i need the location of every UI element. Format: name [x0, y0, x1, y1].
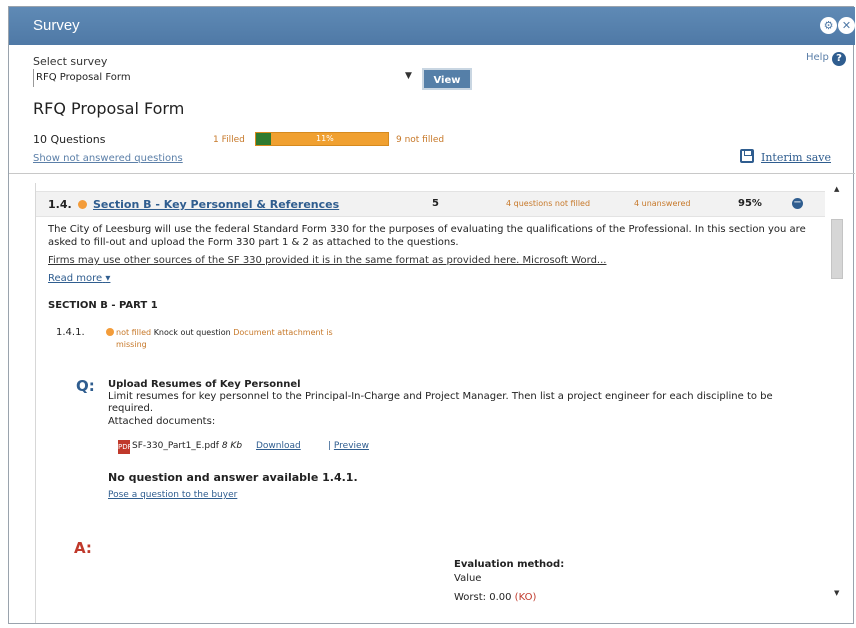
help-link[interactable]: Help: [806, 52, 829, 63]
scroll-down-icon[interactable]: ▼: [834, 589, 839, 597]
no-qa-message: No question and answer available 1.4.1.: [108, 471, 358, 484]
attachment-size: 8 Kb: [221, 441, 243, 451]
ask-buyer-link[interactable]: Pose a question to the buyer: [108, 490, 237, 500]
question-status: not filled Knock out question Document a…: [116, 327, 336, 351]
scroll-up-icon[interactable]: ▲: [834, 185, 839, 193]
interim-save-link[interactable]: Interim save: [761, 151, 831, 164]
gear-icon[interactable]: ⚙: [820, 17, 837, 34]
status-not-filled: not filled: [116, 328, 152, 337]
filled-count: 1 Filled: [213, 135, 245, 145]
questions-panel: 1.4. Section B - Key Personnel & Referen…: [35, 183, 825, 623]
chevron-down-icon[interactable]: ▼: [405, 71, 412, 81]
question-marker: Q:: [76, 377, 95, 395]
no-qa-text: No question and answer available: [108, 471, 319, 484]
show-not-answered-link[interactable]: Show not answered questions: [33, 153, 183, 164]
progress-fill: [256, 133, 271, 145]
attachment-filename: SF-330_Part1_E.pdf: [132, 441, 219, 451]
part-heading: SECTION B - PART 1: [48, 300, 158, 311]
read-more-label: Read more: [48, 273, 103, 284]
no-qa-ref: 1.4.1.: [322, 471, 358, 484]
section-intro-more: Firms may use other sources of the SF 33…: [48, 255, 607, 266]
answer-marker: A:: [74, 539, 92, 557]
section-not-filled: 4 questions not filled: [506, 199, 591, 208]
divider: [9, 173, 855, 174]
vertical-scrollbar[interactable]: ▲ ▼: [827, 179, 849, 623]
chevron-down-icon: ▾: [105, 273, 111, 284]
worst-flag: (KO): [514, 592, 537, 603]
form-title: RFQ Proposal Form: [33, 99, 185, 118]
section-title-link[interactable]: Section B - Key Personnel & References: [93, 198, 339, 211]
help-icon[interactable]: ?: [832, 52, 846, 66]
download-link[interactable]: Download: [256, 441, 301, 451]
status-dot-icon: [78, 200, 87, 209]
attachment-name: SF-330_Part1_E.pdf 8 Kb: [132, 441, 242, 451]
section-question-count: 5: [432, 198, 439, 209]
evaluation-method-value: Value: [454, 573, 482, 584]
section-header[interactable]: 1.4. Section B - Key Personnel & Referen…: [36, 191, 825, 217]
evaluation-worst: Worst: 0.00 (KO): [454, 592, 536, 603]
question-number: 1.4.1.: [56, 327, 85, 338]
section-percent: 95%: [738, 198, 762, 209]
question-title: Upload Resumes of Key Personnel: [108, 379, 301, 390]
section-intro: The City of Leesburg will use the federa…: [48, 224, 806, 248]
preview-link[interactable]: | Preview: [328, 441, 369, 451]
worst-label: Worst: 0.00: [454, 592, 512, 603]
status-dot-icon: [106, 328, 114, 336]
select-survey-label: Select survey: [33, 55, 108, 68]
section-number: 1.4.: [48, 198, 72, 211]
read-more-link[interactable]: Read more ▾: [48, 273, 110, 284]
collapse-icon[interactable]: −: [792, 198, 803, 209]
evaluation-method-title: Evaluation method:: [454, 559, 565, 570]
close-icon[interactable]: ✕: [838, 17, 855, 34]
progress-bar: 11%: [255, 132, 389, 146]
attached-documents-label: Attached documents:: [108, 416, 216, 427]
not-filled-count: 9 not filled: [396, 135, 445, 145]
progress-percent: 11%: [316, 134, 334, 143]
survey-select[interactable]: RFQ Proposal Form: [33, 69, 413, 87]
section-unanswered: 4 unanswered: [634, 199, 691, 208]
save-icon[interactable]: [740, 149, 754, 163]
title-bar: Survey ⚙ ✕: [9, 7, 855, 45]
question-count: 10 Questions: [33, 133, 106, 146]
survey-dialog: Survey ⚙ ✕ Select survey RFQ Proposal Fo…: [8, 6, 855, 624]
view-button[interactable]: View: [422, 68, 472, 90]
preview-label: Preview: [333, 441, 369, 451]
pdf-icon: PDF: [118, 440, 132, 454]
question-description: Limit resumes for key personnel to the P…: [108, 391, 773, 414]
scrollbar-thumb[interactable]: [831, 219, 843, 279]
dialog-title: Survey: [33, 17, 80, 34]
status-knockout: Knock out question: [153, 328, 231, 337]
